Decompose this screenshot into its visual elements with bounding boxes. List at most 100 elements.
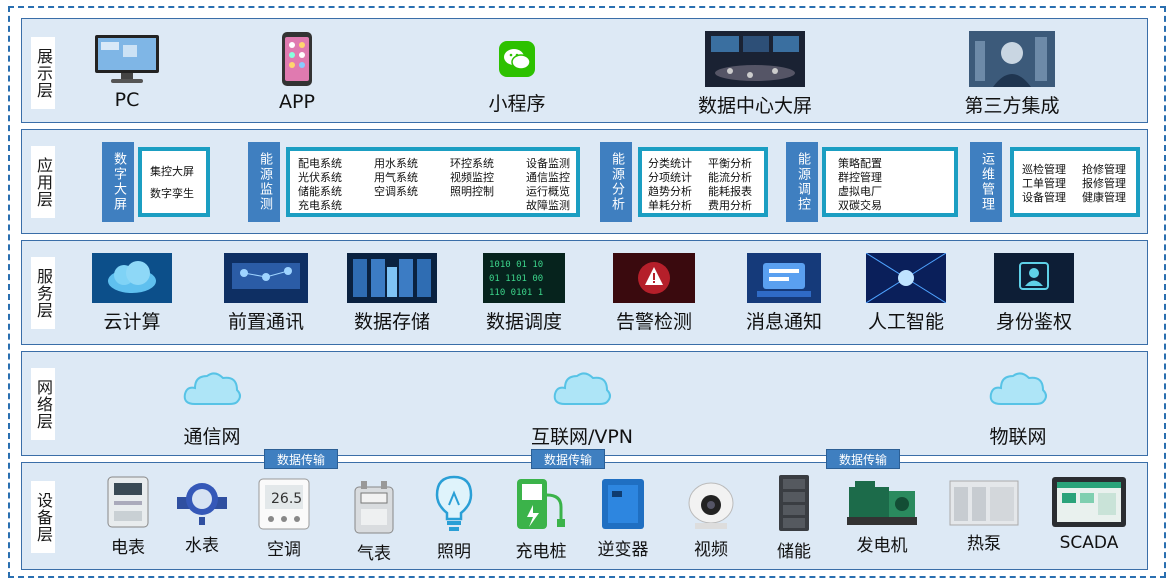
data-scheduling-icon: 1010 01 10 01 1101 00 110 0101 1 [483,253,565,303]
device-item: 照明 [424,475,484,562]
phone-icon [282,32,312,86]
light-bulb-icon [435,475,473,531]
scada-panel-icon [1052,477,1126,527]
third-party-item: 第三方集成 [952,31,1072,118]
module-item: 分项统计 [648,171,692,184]
module-item: 视频监控 [450,171,494,184]
module-item: 工单管理 [1022,177,1066,190]
device-item: 逆变器 [588,477,658,560]
data-transfer-badge: 数据传输 [826,449,901,469]
monitor-icon [95,35,159,83]
device-label: 气表 [357,544,391,564]
inverter-icon [602,479,644,529]
device-item: 电表 [98,475,158,558]
module-tag-digital-screen: 数字大屏 [102,142,134,222]
module-item: 用气系统 [374,171,418,184]
charging-pile-icon [517,479,565,529]
module-item: 设备监测 [526,157,570,170]
pc-item: PC [92,33,162,111]
display-item-label: 数据中心大屏 [697,95,812,117]
module-item: 运行概览 [526,185,570,198]
cloud-icon [183,372,241,405]
app-item: APP [272,31,322,113]
device-label: 热泵 [967,534,1001,554]
application-layer: 应用层 数字大屏 集控大屏 数字孪生 能源监测 配电系统 用水系统 环控系统 设… [21,129,1148,234]
air-conditioner-icon: 26.5 [258,478,310,530]
device-item: 水表 [172,477,232,556]
service-item: 数据存储 [344,253,440,334]
service-item: 消息通知 [736,253,832,334]
cloud-computing-icon [92,253,172,303]
module-item: 趋势分析 [648,185,692,198]
module-tag-energy-analysis: 能源分析 [600,142,632,222]
device-item: SCADA [1044,475,1134,553]
miniprogram-item: 小程序 [477,39,557,116]
cloud-icon [553,372,611,405]
display-item-label: 第三方集成 [964,95,1060,117]
data-transfer-badge: 数据传输 [264,449,339,469]
wechat-icon [499,41,535,77]
module-item: 故障监测 [526,199,570,212]
module-tag-operations: 运维管理 [970,142,1002,222]
message-notification-icon [747,253,821,303]
device-label: 空调 [267,540,301,560]
svg-text:01 1101 00: 01 1101 00 [489,274,543,284]
module-item: 健康管理 [1082,191,1126,204]
datacenter-screen-item: 数据中心大屏 [690,31,820,118]
module-item: 能耗报表 [708,185,752,198]
identity-authentication-icon [994,253,1074,303]
generator-icon [847,481,917,525]
module-item [450,199,516,213]
device-item: 气表 [344,479,404,564]
service-label: 告警检测 [615,311,692,333]
network-layer-label: 网络层 [31,368,55,440]
service-item: 身份鉴权 [986,253,1082,334]
display-item-label: 小程序 [488,93,546,115]
data-storage-icon [347,253,437,303]
display-layer: 展示层 PC APP 小程序 数据中心大屏 第三方集成 [21,18,1148,123]
energy-storage-icon [779,475,809,531]
network-item: 互联网/VPN [512,366,652,449]
application-layer-label: 应用层 [31,146,55,218]
service-label: 前置通讯 [227,311,304,333]
module-item: 报修管理 [1082,177,1126,190]
module-item: 光伏系统 [298,171,342,184]
data-transfer-badge: 数据传输 [531,449,606,469]
display-item-label: PC [114,89,140,111]
network-communication-icon [224,253,308,303]
camera-icon [688,482,734,529]
module-item: 巡检管理 [1022,163,1066,176]
device-item: 充电桩 [506,475,576,562]
module-item: 照明控制 [450,185,494,198]
module-item: 数字孪生 [150,187,194,200]
device-label: SCADA [1059,533,1119,553]
electric-meter-icon [107,476,149,528]
module-tag-energy-monitoring: 能源监测 [248,142,280,222]
cloud-icon [989,372,1047,405]
svg-text:26.5: 26.5 [271,491,302,507]
display-item-label: APP [279,91,315,113]
module-item: 通信监控 [526,171,570,184]
big-screen-icon [705,31,805,87]
device-layer-label: 设备层 [31,481,55,553]
network-item: 通信网 [162,366,262,449]
device-label: 发电机 [856,536,908,556]
service-item: 人工智能 [858,253,954,334]
device-item: 发电机 [840,477,924,556]
network-label: 物联网 [989,426,1047,448]
device-item: 26.5 空调 [254,477,314,560]
device-label: 视频 [694,540,728,560]
module-panel-energy-monitoring: 配电系统 用水系统 环控系统 设备监测 光伏系统 用气系统 视频监控 通信监控 … [286,147,580,217]
module-item: 策略配置 [838,157,882,170]
service-label: 数据存储 [353,311,430,333]
module-panel-operations: 巡检管理 抢修管理 工单管理 报修管理 设备管理 健康管理 [1010,147,1140,217]
water-meter-icon [177,483,227,525]
module-item: 集控大屏 [150,165,194,178]
module-item: 配电系统 [298,157,342,170]
module-item: 群控管理 [838,171,882,184]
service-item: 前置通讯 [218,253,314,334]
service-layer-label: 服务层 [31,257,55,329]
device-label: 储能 [777,542,811,562]
module-item: 设备管理 [1022,191,1066,204]
module-item: 储能系统 [298,185,342,198]
